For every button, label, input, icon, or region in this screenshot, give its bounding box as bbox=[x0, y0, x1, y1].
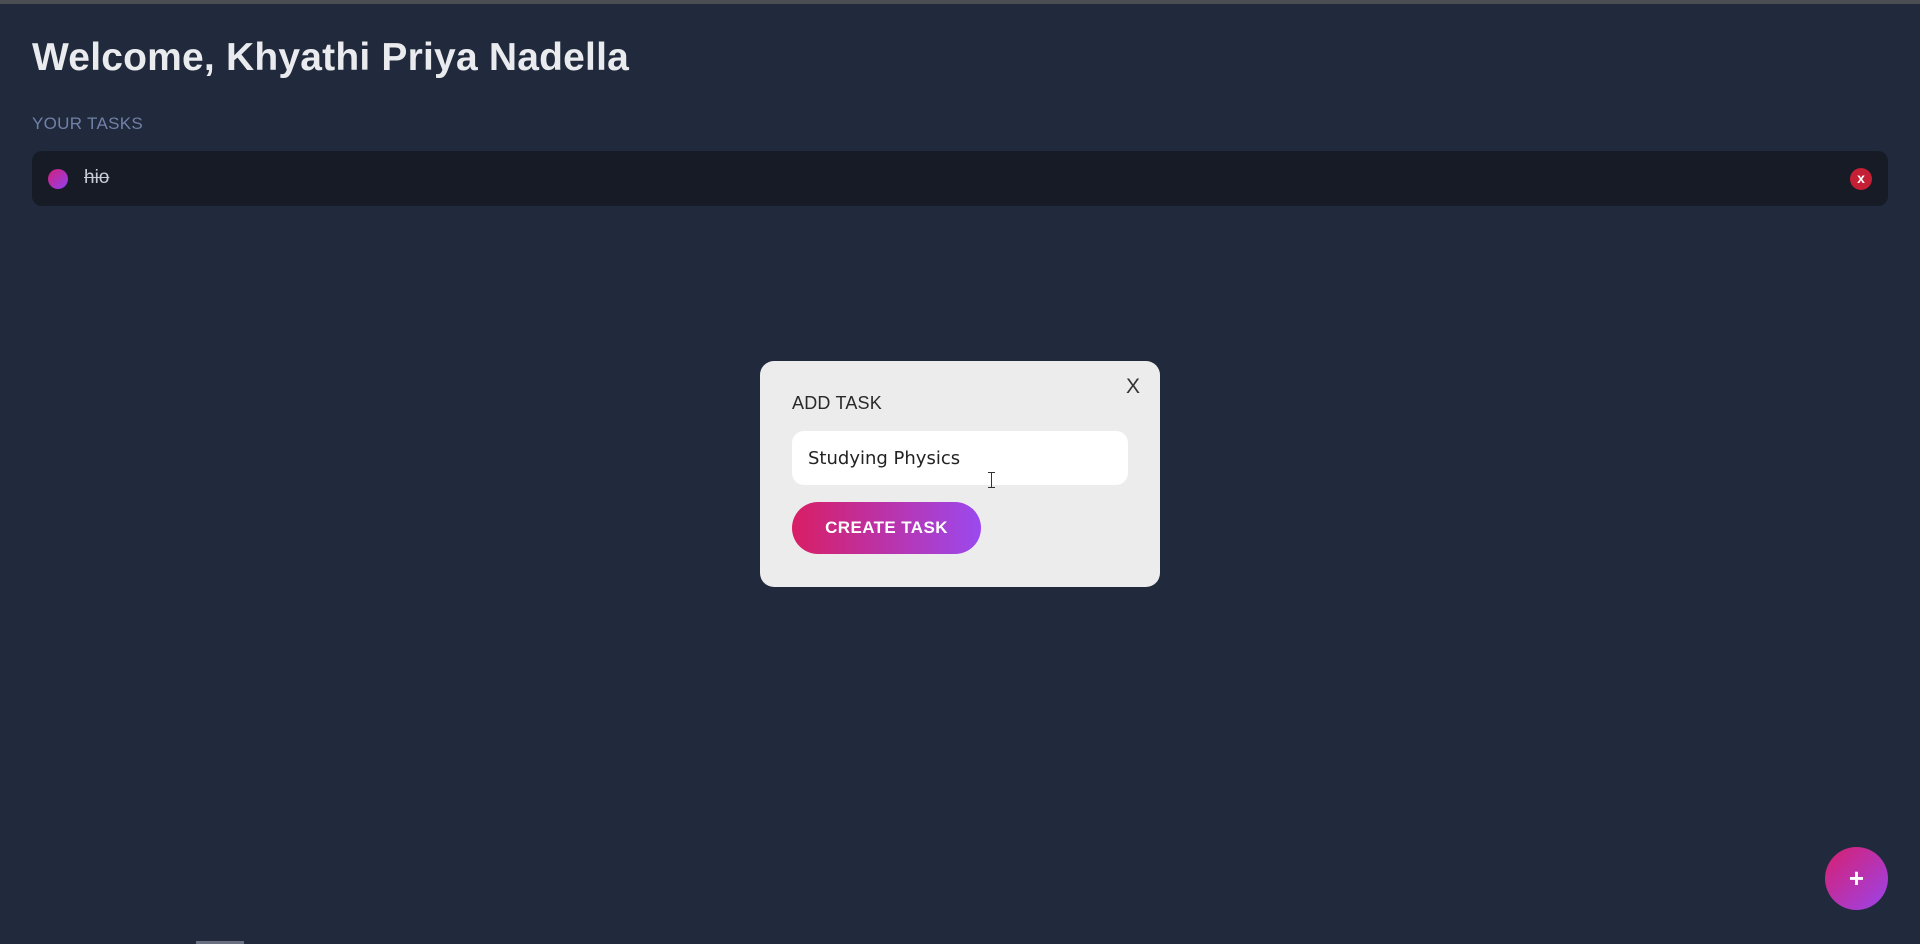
window-top-edge bbox=[0, 0, 1920, 4]
delete-task-button[interactable]: x bbox=[1850, 168, 1872, 190]
close-modal-button[interactable]: X bbox=[1126, 375, 1140, 399]
task-text: hio bbox=[84, 167, 110, 188]
modal-title: ADD TASK bbox=[792, 393, 882, 413]
plus-icon: + bbox=[1848, 863, 1865, 893]
task-item: hio x bbox=[32, 151, 1888, 206]
text-cursor-icon bbox=[987, 472, 995, 488]
task-name-input[interactable] bbox=[792, 431, 1128, 485]
create-task-button[interactable]: CREATE TASK bbox=[792, 502, 981, 554]
your-tasks-label: YOUR TASKS bbox=[32, 114, 144, 133]
add-task-modal: X ADD TASK CREATE TASK bbox=[760, 361, 1160, 587]
add-task-fab[interactable]: + bbox=[1825, 847, 1888, 910]
task-toggle-dot[interactable] bbox=[48, 169, 68, 189]
welcome-heading: Welcome, Khyathi Priya Nadella bbox=[32, 36, 629, 79]
